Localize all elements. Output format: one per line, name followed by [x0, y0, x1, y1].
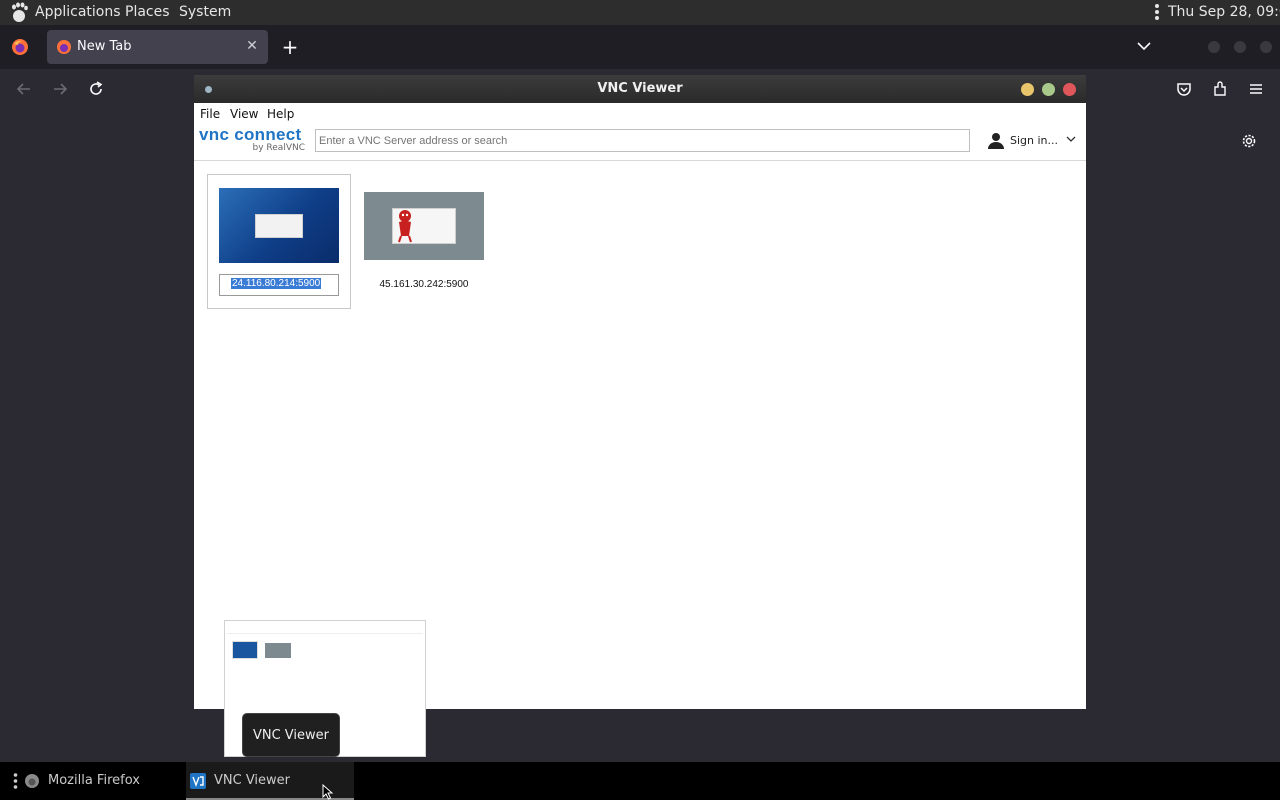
taskbar-handle-icon[interactable] [13, 772, 18, 790]
thumbnail-dialog [255, 214, 303, 238]
menu-help[interactable]: Help [267, 107, 294, 121]
top-panel: Applications Places System Thu Sep 28, 0… [0, 0, 1280, 25]
sign-in-label: Sign in... [1010, 134, 1059, 147]
gear-icon[interactable] [1240, 132, 1258, 150]
window-minimize-dot[interactable] [1208, 41, 1220, 53]
connection-thumbnail[interactable] [219, 188, 339, 263]
forward-arrow-icon[interactable] [51, 80, 69, 98]
preview-toolbar [227, 624, 423, 634]
tab-title: New Tab [77, 39, 132, 54]
reload-icon[interactable] [87, 80, 105, 98]
gnome-foot-icon[interactable] [9, 2, 29, 23]
clock[interactable]: Thu Sep 28, 09:00 [1168, 4, 1280, 20]
logo-sub: by RealVNC [252, 143, 305, 153]
vnc-connect-logo: vnc connect by RealVNC [199, 125, 307, 157]
hamburger-menu-icon[interactable] [1247, 80, 1265, 98]
pocket-icon[interactable] [1175, 80, 1193, 98]
taskbar-tooltip: VNC Viewer [242, 713, 340, 757]
connection-address[interactable]: 45.161.30.242:5900 [363, 279, 485, 290]
firefox-tab-icon [57, 40, 71, 54]
firefox-logo-icon[interactable] [11, 38, 29, 56]
menu-places[interactable]: Places [125, 4, 170, 20]
menu-file[interactable]: File [200, 107, 220, 121]
chevron-down-icon[interactable] [1135, 39, 1153, 53]
chevron-down-icon [1066, 136, 1076, 142]
menu-view[interactable]: View [230, 107, 258, 121]
new-tab-plus-icon[interactable]: + [280, 37, 300, 57]
connection-thumbnail[interactable] [364, 192, 484, 260]
connection-name-field[interactable]: 24.116.80.214:5900 [219, 274, 339, 296]
vnc-menubar: File View Help [194, 103, 1086, 123]
user-icon [988, 133, 1004, 149]
vnc-toolbar: vnc connect by RealVNC Sign in... [194, 123, 1086, 161]
mouse-cursor-icon [322, 784, 334, 800]
daemon-mascot-icon [398, 210, 412, 243]
taskbar-item-firefox[interactable]: Mozilla Firefox [24, 762, 174, 800]
window-close-dot[interactable] [1260, 41, 1272, 53]
bottom-taskbar: Mozilla Firefox VNC Viewer [0, 762, 1280, 800]
connection-card-1[interactable]: 24.116.80.214:5900 [207, 174, 351, 309]
connection-address[interactable]: 24.116.80.214:5900 [231, 278, 322, 289]
connection-card-2[interactable]: 45.161.30.242:5900 [363, 191, 485, 295]
back-arrow-icon[interactable] [15, 80, 33, 98]
extensions-icon[interactable] [1211, 80, 1229, 98]
logo-brand: vnc connect [199, 125, 302, 144]
taskbar-item-label: Mozilla Firefox [48, 773, 140, 788]
firefox-tab-bar: New Tab ✕ + [0, 25, 1280, 69]
menu-applications[interactable]: Applications [35, 4, 121, 20]
preview-thumbnail-1 [232, 641, 258, 659]
taskbar-item-label: VNC Viewer [214, 773, 291, 788]
vnc-titlebar[interactable]: VNC Viewer [194, 75, 1086, 103]
maximize-button[interactable] [1042, 83, 1055, 96]
tab-close-icon[interactable]: ✕ [244, 38, 260, 54]
window-maximize-dot[interactable] [1234, 41, 1246, 53]
search-input[interactable] [315, 129, 970, 152]
sign-in-button[interactable]: Sign in... [984, 129, 1080, 153]
panel-menu-dots-icon[interactable] [1154, 3, 1160, 21]
firefox-icon [25, 774, 39, 788]
preview-thumbnail-2 [265, 643, 291, 658]
window-title: VNC Viewer [597, 81, 683, 96]
close-button[interactable] [1063, 83, 1076, 96]
tab-new-tab[interactable]: New Tab ✕ [47, 30, 268, 64]
menu-system[interactable]: System [179, 4, 231, 20]
vnc-viewer-window: VNC Viewer File View Help vnc connect by… [194, 75, 1086, 709]
minimize-button[interactable] [1021, 83, 1034, 96]
vnc-viewer-icon [190, 773, 206, 789]
